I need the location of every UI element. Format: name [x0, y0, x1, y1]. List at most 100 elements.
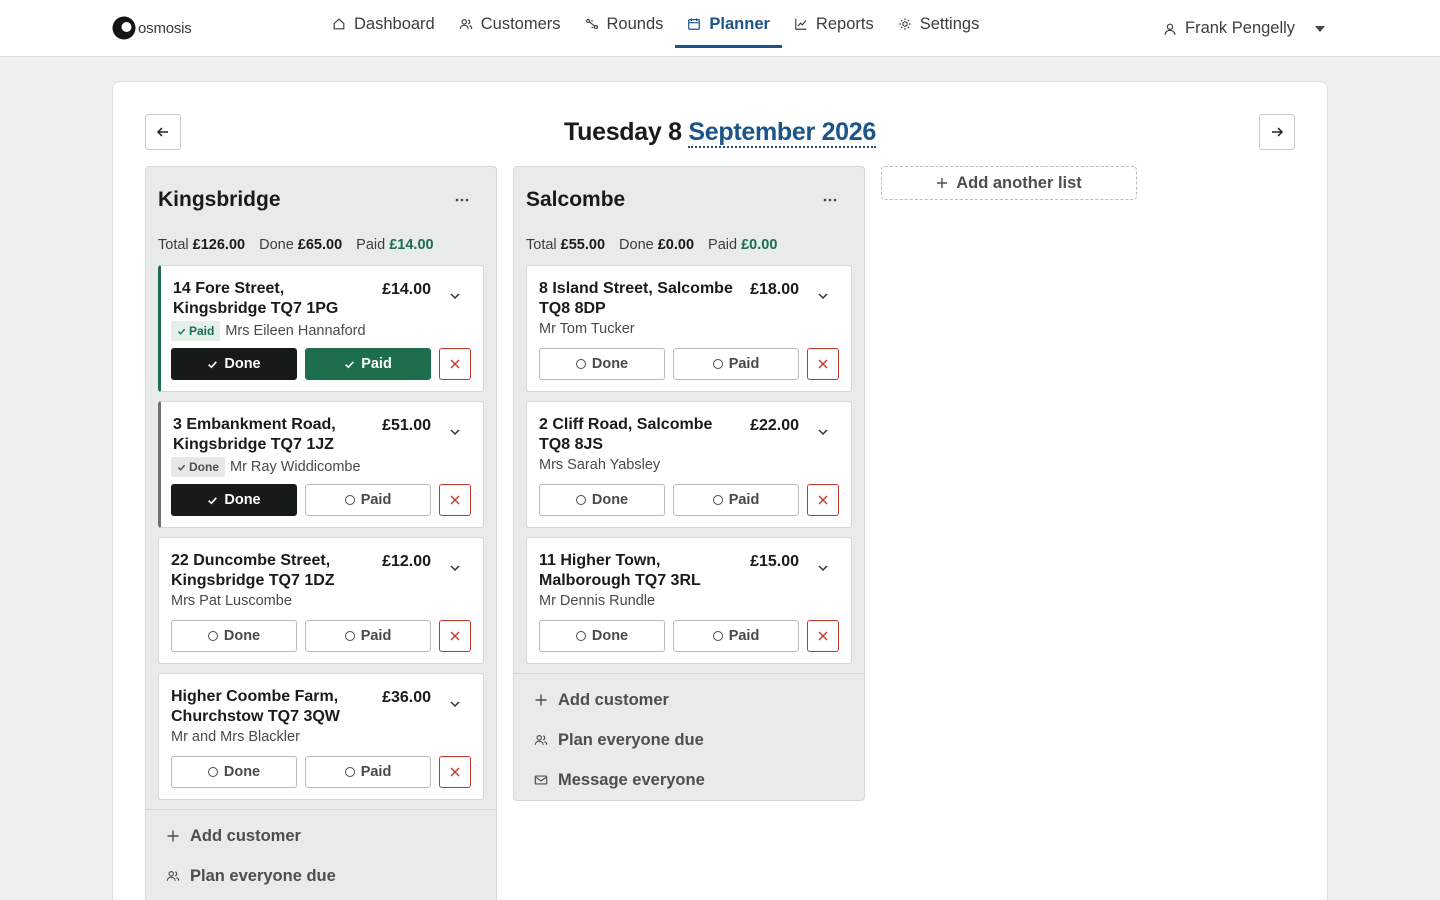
chevron-down-icon[interactable] — [815, 560, 831, 576]
circle-icon — [344, 767, 355, 777]
date-month-picker[interactable]: September 2026 — [688, 118, 876, 148]
nav-label: Planner — [709, 14, 770, 33]
done-button[interactable]: Done — [171, 620, 297, 652]
message-everyone-button[interactable]: Message everyone — [514, 760, 864, 800]
mail-icon — [534, 775, 548, 785]
done-button[interactable]: Done — [171, 348, 297, 380]
more-horizontal-icon — [823, 198, 837, 202]
planner-date: Tuesday 8 September 2026 — [113, 118, 1327, 148]
nav-reports[interactable]: Reports — [782, 0, 886, 48]
stop-address: 11 Higher Town, Malborough TQ7 3RL — [539, 552, 701, 589]
list-menu-button[interactable] — [450, 190, 474, 210]
route-icon — [585, 18, 598, 30]
nav-label: Settings — [919, 14, 980, 33]
plus-icon — [937, 178, 948, 188]
planner-card: Tuesday 8 September 2026 Kingsbridge Tot… — [112, 81, 1328, 900]
add-customer-button[interactable]: Add customer — [514, 680, 864, 720]
nav-planner[interactable]: Planner — [675, 0, 782, 48]
chevron-down-icon[interactable] — [815, 424, 831, 440]
circle-icon — [207, 631, 218, 641]
done-button[interactable]: Done — [539, 484, 665, 516]
done-button[interactable]: Done — [171, 484, 297, 516]
remove-stop-button[interactable] — [807, 620, 839, 652]
paid-button[interactable]: Paid — [673, 348, 799, 380]
main-nav: Dashboard Customers Rounds Planner Repor… — [320, 0, 991, 57]
stop-customer: Mr Dennis Rundle — [539, 593, 656, 609]
status-badge-done: Done — [171, 457, 225, 477]
next-day-button[interactable] — [1259, 114, 1295, 150]
list-footer: Add customer Plan everyone due Message e… — [146, 809, 496, 900]
stop-customer: Mrs Pat Luscombe — [171, 593, 292, 609]
paid-button[interactable]: Paid — [305, 348, 431, 380]
check-icon — [208, 360, 218, 368]
stop-price: £15.00 — [750, 553, 799, 570]
check-icon — [177, 464, 186, 471]
close-icon — [450, 631, 460, 641]
app-logo[interactable]: osmosis — [112, 16, 192, 40]
list-paid-value: £14.00 — [389, 237, 434, 253]
circle-icon — [344, 495, 355, 505]
stop-card: 8 Island Street, Salcombe TQ8 8DP £18.00… — [526, 265, 852, 392]
nav-rounds[interactable]: Rounds — [573, 0, 676, 48]
paid-button[interactable]: Paid — [305, 756, 431, 788]
stop-address: 2 Cliff Road, Salcombe TQ8 8JS — [539, 416, 713, 453]
chevron-down-icon[interactable] — [447, 696, 463, 712]
done-button[interactable]: Done — [539, 348, 665, 380]
stop-address: 22 Duncombe Street, Kingsbridge TQ7 1DZ — [171, 552, 335, 589]
plan-everyone-due-button[interactable]: Plan everyone due — [146, 856, 496, 896]
close-icon — [450, 359, 460, 369]
list-total-value: £55.00 — [560, 237, 606, 253]
remove-stop-button[interactable] — [439, 348, 471, 380]
status-badge-paid: Paid — [171, 321, 221, 341]
remove-stop-button[interactable] — [807, 348, 839, 380]
chart-line-icon — [795, 18, 807, 30]
chevron-down-icon[interactable] — [447, 424, 463, 440]
paid-button[interactable]: Paid — [673, 620, 799, 652]
app-name: osmosis — [138, 19, 192, 37]
chevron-down-icon[interactable] — [447, 288, 463, 304]
circle-icon — [344, 631, 355, 641]
stop-price: £51.00 — [382, 417, 431, 434]
paid-button[interactable]: Paid — [305, 484, 431, 516]
gear-icon — [899, 18, 911, 30]
stop-address: Higher Coombe Farm, Churchstow TQ7 3QW — [171, 688, 340, 725]
stop-price: £22.00 — [750, 417, 799, 434]
stop-address: 14 Fore Street, Kingsbridge TQ7 1PG — [173, 280, 339, 317]
list-done-value: £0.00 — [657, 237, 695, 253]
paid-button[interactable]: Paid — [305, 620, 431, 652]
close-icon — [818, 359, 828, 369]
stop-card: 3 Embankment Road, Kingsbridge TQ7 1JZ £… — [158, 401, 484, 528]
stop-customer: Mrs Eileen Hannaford — [225, 323, 366, 339]
plan-everyone-due-button[interactable]: Plan everyone due — [514, 720, 864, 760]
close-icon — [818, 495, 828, 505]
circle-icon — [712, 359, 723, 369]
done-button[interactable]: Done — [171, 756, 297, 788]
circle-icon — [712, 631, 723, 641]
circle-icon — [575, 359, 586, 369]
stop-card: 14 Fore Street, Kingsbridge TQ7 1PG £14.… — [158, 265, 484, 392]
chevron-down-icon[interactable] — [815, 288, 831, 304]
stop-price: £12.00 — [382, 553, 431, 570]
nav-customers[interactable]: Customers — [447, 0, 573, 48]
home-icon — [333, 18, 345, 30]
stop-customer: Mr Ray Widdicombe — [230, 459, 361, 475]
add-another-list-button[interactable]: Add another list — [881, 166, 1137, 200]
user-menu[interactable]: Frank Pengelly — [1163, 0, 1326, 57]
list-menu-button[interactable] — [818, 190, 842, 210]
remove-stop-button[interactable] — [439, 756, 471, 788]
circle-icon — [712, 495, 723, 505]
done-button[interactable]: Done — [539, 620, 665, 652]
stop-price: £36.00 — [382, 689, 431, 706]
close-icon — [450, 767, 460, 777]
users-icon — [166, 871, 180, 881]
nav-dashboard[interactable]: Dashboard — [320, 0, 447, 48]
paid-button[interactable]: Paid — [673, 484, 799, 516]
message-everyone-button[interactable]: Message everyone — [146, 896, 496, 900]
nav-settings[interactable]: Settings — [886, 0, 992, 48]
remove-stop-button[interactable] — [807, 484, 839, 516]
chevron-down-icon[interactable] — [447, 560, 463, 576]
remove-stop-button[interactable] — [439, 484, 471, 516]
stop-card: 2 Cliff Road, Salcombe TQ8 8JS £22.00 Mr… — [526, 401, 852, 528]
add-customer-button[interactable]: Add customer — [146, 816, 496, 856]
remove-stop-button[interactable] — [439, 620, 471, 652]
